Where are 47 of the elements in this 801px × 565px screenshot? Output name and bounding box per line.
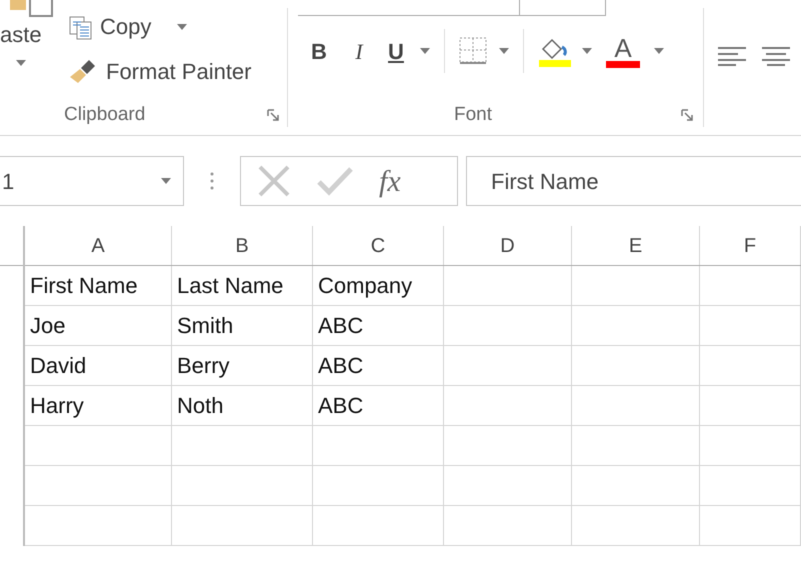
align-left-icon[interactable]	[718, 46, 746, 66]
table-cell: Company	[313, 266, 444, 305]
table-cell: Joe	[25, 306, 172, 345]
dialog-launcher-icon[interactable]	[267, 109, 279, 121]
column-header[interactable]: D	[444, 226, 572, 265]
dialog-launcher-icon[interactable]	[681, 109, 693, 121]
underline-caret-icon[interactable]	[420, 48, 430, 54]
font-name-field[interactable]	[298, 0, 520, 16]
table-cell: ABC	[313, 306, 444, 345]
align-center-icon[interactable]	[762, 46, 790, 66]
copy-icon[interactable]	[68, 14, 94, 40]
table-cell: Smith	[172, 306, 313, 345]
grip-icon	[210, 171, 214, 191]
font-color-caret-icon[interactable]	[654, 48, 664, 54]
format-painter-button[interactable]: Format Painter	[106, 55, 252, 88]
borders-caret-icon[interactable]	[499, 48, 509, 54]
table-cell: First Name	[25, 266, 172, 305]
column-header[interactable]: B	[172, 226, 313, 265]
borders-icon[interactable]	[459, 37, 487, 65]
table-cell: David	[25, 346, 172, 385]
bold-button[interactable]: B	[308, 34, 330, 68]
paste-button[interactable]: aste	[0, 24, 62, 46]
column-header[interactable]: C	[313, 226, 444, 265]
table-cell: ABC	[313, 386, 444, 425]
column-header[interactable]: A	[25, 226, 172, 265]
font-color-button[interactable]: A	[606, 34, 640, 68]
table-cell: Last Name	[172, 266, 313, 305]
table-cell: ABC	[313, 346, 444, 385]
formula-field[interactable]: First Name	[466, 156, 801, 206]
group-label: Clipboard	[64, 102, 146, 127]
fill-color-caret-icon[interactable]	[582, 48, 592, 54]
italic-button[interactable]: I	[350, 34, 368, 68]
checkmark-icon[interactable]	[317, 166, 353, 196]
column-header[interactable]: E	[572, 226, 700, 265]
underline-button[interactable]: U	[386, 34, 406, 68]
insert-function-button[interactable]: fx	[379, 158, 401, 204]
group-label: Font	[454, 102, 492, 127]
table-cell: Harry	[25, 386, 172, 425]
table-cell: Berry	[172, 346, 313, 385]
copy-caret-icon[interactable]	[177, 24, 188, 30]
copy-button[interactable]: Copy	[100, 10, 152, 43]
font-size-field[interactable]	[520, 0, 606, 16]
table-cell: Noth	[172, 386, 313, 425]
name-box[interactable]: 1	[0, 156, 184, 206]
name-box-caret-icon[interactable]	[161, 178, 171, 184]
paste-caret-icon[interactable]	[16, 60, 26, 66]
column-header[interactable]: F	[700, 226, 801, 265]
